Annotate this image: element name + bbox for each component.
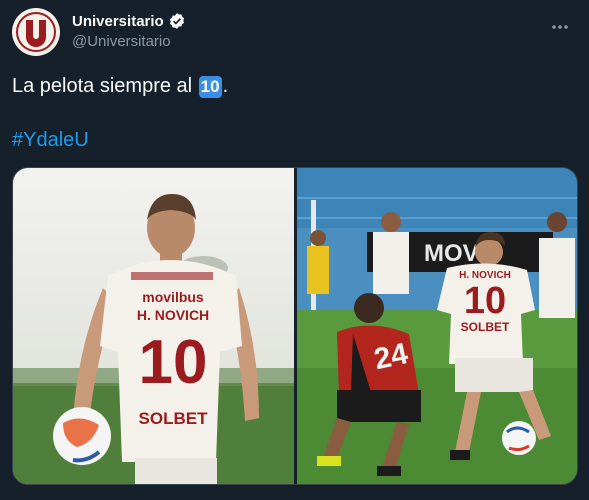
tweet-media[interactable]: movilbus H. NOVICH 10 SOLBET MOVIL H. NO…: [12, 167, 578, 485]
jersey-number-right: 10: [464, 280, 506, 322]
jersey-sponsor-top: movilbus: [142, 289, 204, 305]
tweet-text-end: .: [222, 75, 229, 97]
player-back-photo: movilbus H. NOVICH 10 SOLBET: [13, 168, 294, 484]
photo-left[interactable]: movilbus H. NOVICH 10 SOLBET: [13, 168, 294, 484]
verified-badge-icon: [169, 13, 184, 29]
match-action-photo: MOVIL H. NOVICH 10 SOLBET 24: [297, 168, 577, 484]
jersey-player-name: H. NOVICH: [137, 307, 209, 323]
photo-right[interactable]: MOVIL H. NOVICH 10 SOLBET 24: [297, 168, 577, 484]
more-icon[interactable]: [547, 14, 573, 40]
tweet-header: Universitario @Universitario: [12, 8, 577, 56]
opponent-number: 24: [371, 337, 411, 376]
jersey-sponsor-right: SOLBET: [461, 320, 510, 334]
hashtag-link[interactable]: #YdaleU: [12, 127, 89, 153]
account-name[interactable]: Universitario: [72, 13, 164, 30]
account-handle[interactable]: @Universitario: [72, 33, 171, 50]
club-crest-icon: [13, 9, 59, 55]
keycap-10-emoji: 10: [198, 76, 222, 98]
avatar[interactable]: [12, 8, 60, 56]
tweet-text-part: La pelota siempre al: [12, 75, 198, 97]
tweet-text: La pelota siempre al 10.: [12, 73, 228, 99]
jersey-number: 10: [139, 328, 208, 397]
jersey-sponsor-bottom: SOLBET: [139, 409, 209, 428]
